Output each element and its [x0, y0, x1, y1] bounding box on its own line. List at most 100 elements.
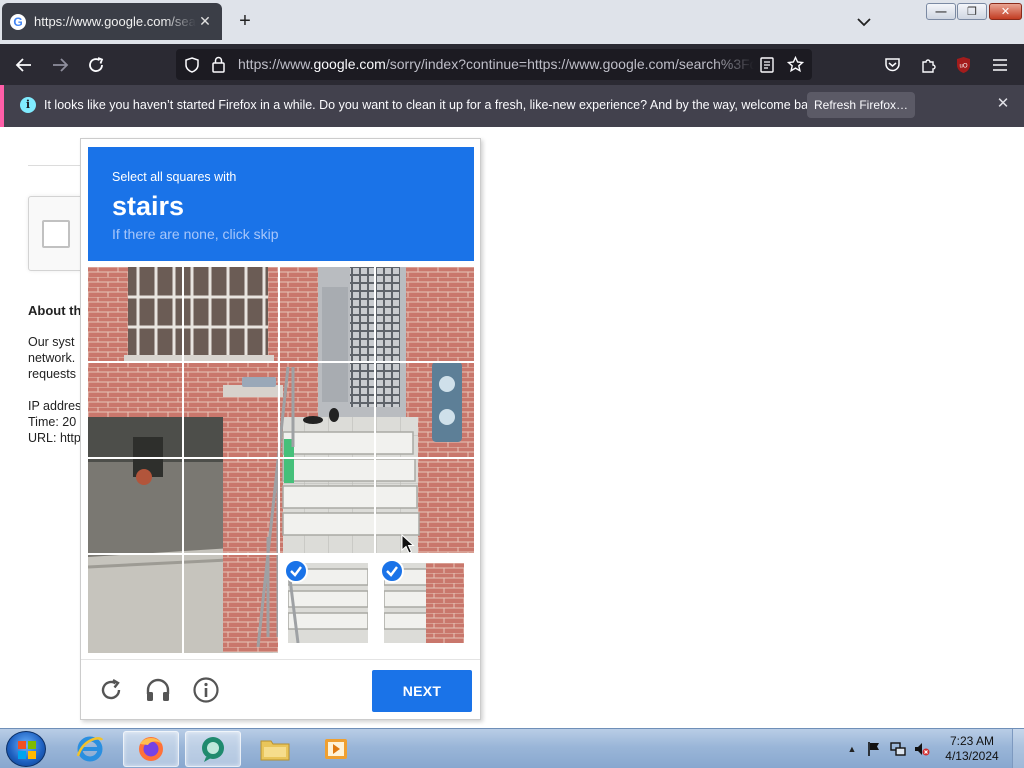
reader-view-icon[interactable]	[760, 57, 774, 73]
reload-challenge-icon	[101, 678, 121, 700]
forward-icon	[53, 58, 69, 72]
about-heading: About th	[28, 303, 82, 318]
network-icon[interactable]	[890, 741, 906, 757]
back-button[interactable]	[11, 52, 37, 78]
grid-cell-11[interactable]	[280, 459, 376, 555]
volume-muted-icon[interactable]	[914, 741, 930, 757]
notification-bar: i It looks like you haven’t started Fire…	[0, 85, 1024, 127]
info-circle-icon	[193, 677, 219, 703]
taskbar-file-explorer[interactable]	[247, 731, 303, 767]
taskbar-firefox[interactable]	[123, 731, 179, 767]
mouse-cursor-icon	[401, 534, 415, 554]
info-icon: i	[20, 97, 36, 113]
grid-cell-13[interactable]	[88, 555, 184, 653]
captcha-challenge-popup: Select all squares with stairs If there …	[80, 138, 481, 720]
folder-icon	[260, 740, 290, 761]
url-line: URL: http	[28, 431, 81, 445]
tab-list-chevron-icon[interactable]	[854, 12, 874, 32]
recaptcha-checkbox[interactable]	[42, 220, 70, 248]
google-favicon-icon: G	[10, 13, 26, 30]
extensions-icon	[921, 58, 936, 73]
firefox-icon	[139, 737, 163, 761]
selected-checkmark-icon	[284, 559, 308, 583]
browser-tab[interactable]: G https://www.google.com/search?q= ✕	[2, 3, 222, 40]
grid-cell-5[interactable]	[88, 363, 184, 459]
shield-icon[interactable]	[184, 57, 200, 73]
captcha-instructions: Select all squares with stairs If there …	[88, 147, 474, 261]
notification-close-icon[interactable]: ✕	[994, 95, 1012, 113]
grid-cell-8[interactable]	[376, 363, 474, 459]
lock-icon[interactable]	[211, 56, 226, 73]
captcha-skip-hint: If there are none, click skip	[112, 226, 279, 242]
tab-close-icon[interactable]: ✕	[196, 13, 214, 30]
captcha-prompt: Select all squares with	[112, 170, 237, 184]
grid-cell-16-selected[interactable]	[376, 555, 474, 653]
clock-date: 4/13/2024	[945, 749, 999, 763]
window-minimize-button[interactable]: —	[926, 3, 956, 20]
start-button-windows-icon[interactable]	[6, 731, 46, 767]
internet-explorer-icon	[76, 736, 104, 762]
grid-cell-2[interactable]	[184, 267, 280, 363]
reload-button[interactable]	[83, 52, 109, 78]
grid-cell-6[interactable]	[184, 363, 280, 459]
headphones-icon	[146, 678, 170, 701]
grid-cell-10[interactable]	[184, 459, 280, 555]
navigation-toolbar: https://www.google.com/sorry/index?conti…	[0, 44, 1024, 85]
media-player-icon	[325, 739, 347, 759]
ublock-button[interactable]: uO	[950, 52, 976, 78]
clock-time: 7:23 AM	[949, 734, 995, 748]
action-center-flag-icon[interactable]	[866, 741, 882, 757]
grid-cell-1[interactable]	[88, 267, 184, 363]
back-icon	[15, 58, 31, 72]
grid-cell-14[interactable]	[184, 555, 280, 653]
show-desktop-button[interactable]	[1012, 729, 1024, 768]
windows-logo-icon	[18, 741, 36, 759]
pocket-icon	[884, 58, 900, 72]
grid-cell-9[interactable]	[88, 459, 184, 555]
page-divider	[28, 165, 88, 166]
app-menu-button[interactable]	[987, 52, 1013, 78]
grid-cell-7[interactable]	[280, 363, 376, 459]
ublock-icon: uO	[956, 57, 970, 73]
grid-cell-15-selected[interactable]	[280, 555, 376, 653]
taskbar-internet-explorer[interactable]	[62, 731, 118, 767]
grid-cell-4[interactable]	[376, 267, 474, 363]
grid-cell-3[interactable]	[280, 267, 376, 363]
extensions-button[interactable]	[915, 52, 941, 78]
time-line: Time: 20	[28, 415, 77, 429]
info-button[interactable]	[191, 675, 221, 705]
forward-button[interactable]	[47, 52, 73, 78]
notification-text: It looks like you haven’t started Firefo…	[44, 98, 825, 112]
pocket-button[interactable]	[879, 52, 905, 78]
menu-icon	[993, 59, 1007, 71]
bookmark-star-icon[interactable]	[787, 56, 804, 73]
refresh-firefox-button[interactable]: Refresh Firefox…	[807, 92, 915, 118]
chat-app-icon	[202, 737, 224, 762]
audio-challenge-button[interactable]	[143, 675, 173, 705]
reload-icon	[89, 57, 104, 72]
new-tab-button[interactable]: +	[234, 10, 256, 32]
page-text-line: network.	[28, 351, 76, 365]
window-close-button[interactable]: ✕	[989, 3, 1022, 20]
tab-title: https://www.google.com/search?q=	[34, 14, 196, 29]
windows-taskbar: ▲ 7:23 AM 4/13/2024	[0, 728, 1024, 768]
captcha-footer: NEXT	[81, 659, 480, 719]
ip-address-line: IP addres	[28, 399, 82, 413]
svg-text:uO: uO	[959, 64, 967, 70]
captcha-target-word: stairs	[112, 191, 185, 221]
system-clock[interactable]: 7:23 AM 4/13/2024	[940, 734, 1004, 764]
address-bar[interactable]: https://www.google.com/sorry/index?conti…	[176, 49, 812, 80]
window-restore-button[interactable]: ❐	[957, 3, 987, 20]
taskbar-media-player[interactable]	[308, 731, 364, 767]
show-hidden-icons-button[interactable]: ▲	[844, 741, 860, 757]
taskbar-app[interactable]	[185, 731, 241, 767]
tab-strip: G https://www.google.com/search?q= ✕ + —…	[0, 0, 1024, 44]
url-text[interactable]: https://www.google.com/sorry/index?conti…	[238, 49, 754, 80]
page-text-line: requests	[28, 367, 76, 381]
captcha-image-grid	[88, 267, 474, 653]
reload-challenge-button[interactable]	[96, 675, 126, 705]
grid-cell-12[interactable]	[376, 459, 474, 555]
page-text-line: Our syst	[28, 335, 75, 349]
next-button[interactable]: NEXT	[372, 670, 472, 712]
selected-checkmark-icon	[380, 559, 404, 583]
